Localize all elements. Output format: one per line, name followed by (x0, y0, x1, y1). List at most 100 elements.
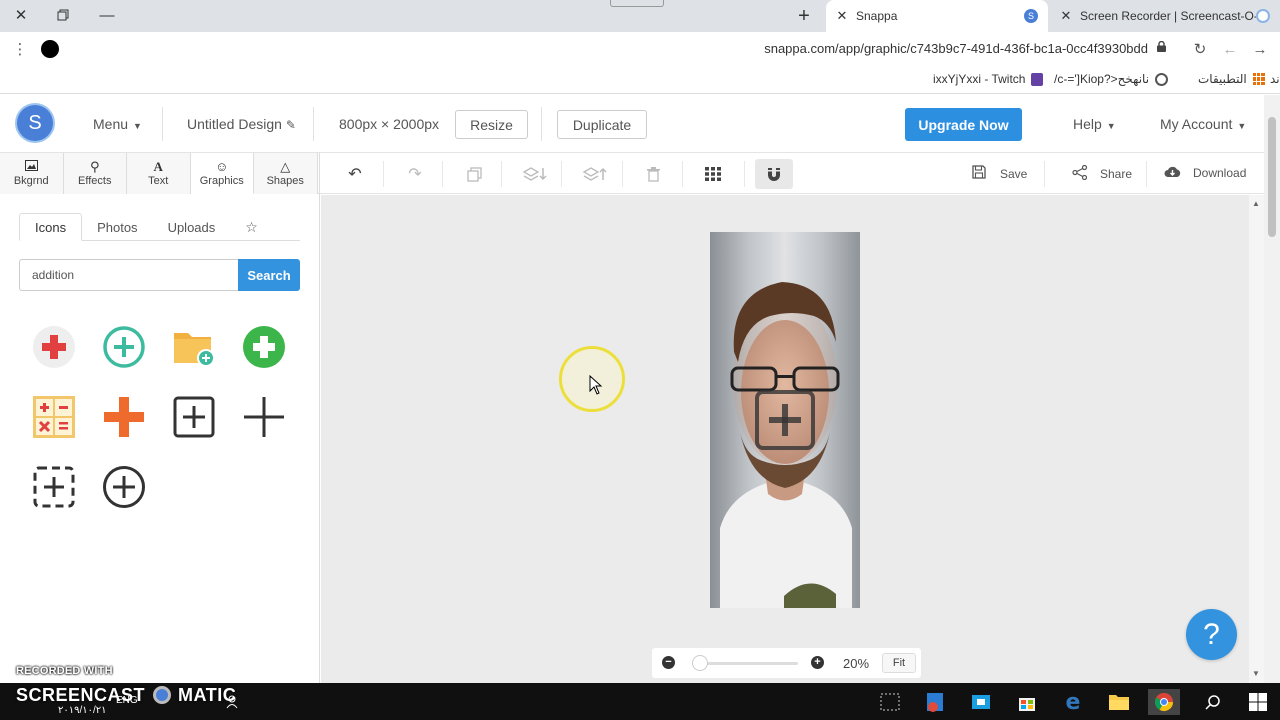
calculator-icon[interactable] (30, 393, 78, 441)
teal-plus-circle-icon[interactable] (100, 323, 148, 371)
zoom-slider-handle[interactable] (692, 655, 709, 671)
tab-title: Snappa (856, 9, 898, 23)
subtab-favorites[interactable]: ☆ (230, 213, 273, 241)
subtab-photos[interactable]: Photos (82, 213, 152, 241)
icon-search-input[interactable]: addition (19, 259, 239, 291)
zoom-in-icon[interactable]: + (811, 656, 824, 669)
mouse-pointer-icon (589, 374, 603, 398)
office-app-icon[interactable] (922, 689, 948, 715)
help-dropdown[interactable]: Help ▼ (1073, 116, 1116, 132)
orange-plus-icon[interactable] (100, 393, 148, 441)
recorded-with-watermark: RECORDED WITH (16, 665, 113, 677)
upgrade-now-button[interactable]: Upgrade Now (905, 108, 1022, 141)
more-menu-icon[interactable]: ⋮ (8, 38, 32, 60)
save-button[interactable]: Save (972, 165, 1027, 182)
redo-icon[interactable]: ↷ (402, 161, 428, 187)
tab-effects[interactable]: ⚲ Effects (63, 153, 127, 194)
close-tab-icon[interactable]: ✕ (1056, 8, 1076, 24)
text-icon: A (153, 159, 163, 174)
scrollbar-thumb[interactable] (1268, 117, 1276, 237)
back-icon[interactable]: ← (1218, 38, 1242, 60)
bookmark-overflow[interactable]: ند (1270, 72, 1280, 86)
bring-forward-icon[interactable] (580, 161, 610, 187)
search-icon[interactable] (1200, 689, 1226, 715)
tab-snappa[interactable]: ✕ Snappa S (826, 0, 1048, 32)
resize-button[interactable]: Resize (455, 110, 528, 139)
twitch-icon (1031, 72, 1044, 86)
bookmark-kiop[interactable]: /c-=']Kiop?>نانهخح (1054, 72, 1169, 86)
bookmark-label: التطبيقات (1198, 72, 1247, 86)
graphics-subtabs: Icons Photos Uploads ☆ (19, 213, 300, 241)
duplicate-button[interactable]: Duplicate (557, 110, 647, 139)
red-plus-circle-icon[interactable] (30, 323, 78, 371)
portrait-photo[interactable] (710, 232, 860, 608)
tab-text[interactable]: A Text (127, 153, 191, 194)
bookmark-apps[interactable]: التطبيقات (1198, 72, 1265, 86)
profile-avatar-icon[interactable] (38, 38, 62, 60)
file-explorer-icon[interactable] (1106, 689, 1132, 715)
bookmarks-bar: ixxYjYxxi - Twitch /c-=']Kiop?>نانهخح ال… (0, 66, 1280, 94)
minimize-window-icon[interactable]: — (94, 4, 120, 26)
omnibox[interactable]: snappa.com/app/graphic/c743b9c7-491d-436… (72, 36, 1178, 62)
snappa-logo[interactable]: S (17, 105, 53, 141)
design-canvas[interactable] (710, 232, 860, 608)
plus-square-icon[interactable] (170, 393, 218, 441)
copy-icon[interactable] (461, 161, 487, 187)
tab-bkgrnd[interactable]: Bkgrnd (0, 153, 64, 194)
new-tab-button[interactable]: + (792, 4, 816, 28)
canvas-area[interactable]: − + 20% Fit ? (321, 195, 1264, 683)
search-button[interactable]: Search (238, 259, 300, 291)
send-backward-icon[interactable] (520, 161, 550, 187)
editor-toolbar: ↶ ↷ Save Share Download (320, 153, 1264, 194)
plus-circle-outline-icon[interactable] (100, 463, 148, 511)
design-title[interactable]: Untitled Design ✎ (187, 116, 296, 132)
subtab-icons[interactable]: Icons (19, 213, 83, 241)
scroll-up-icon[interactable]: ▲ (1252, 199, 1260, 208)
lock-icon (1157, 40, 1166, 55)
zoom-slider[interactable] (695, 662, 798, 665)
canvas-scrollbar[interactable]: ▲ ▼ (1249, 195, 1264, 683)
download-button[interactable]: Download (1164, 165, 1246, 181)
forward-icon[interactable]: → (1248, 38, 1272, 60)
cloud-download-icon (1164, 165, 1181, 181)
page-scrollbar[interactable] (1264, 95, 1280, 683)
caret-down-icon: ▼ (1237, 121, 1247, 131)
snipping-tool-icon[interactable] (877, 689, 903, 715)
close-tab-icon[interactable]: ✕ (832, 8, 852, 24)
edge-browser-icon[interactable]: e (1060, 689, 1086, 715)
close-window-icon[interactable]: ✕ (8, 4, 34, 26)
tab-shapes[interactable]: △ Shapes (254, 153, 318, 194)
windows-start-icon[interactable] (1245, 689, 1271, 715)
snap-magnet-icon[interactable] (755, 159, 793, 189)
tab-screencast[interactable]: ✕ Screen Recorder | Screencast-O- (1050, 0, 1280, 32)
microsoft-store-icon[interactable] (1014, 689, 1040, 715)
folder-add-icon[interactable] (170, 323, 218, 371)
chrome-icon[interactable] (1148, 689, 1180, 715)
tab-graphics[interactable]: ☺ Graphics (190, 153, 254, 194)
store-tile-icon[interactable] (968, 689, 994, 715)
fit-button[interactable]: Fit (882, 653, 916, 673)
scroll-down-icon[interactable]: ▼ (1252, 669, 1260, 678)
language-indicator[interactable]: ENG (116, 695, 138, 706)
reload-icon[interactable]: ↻ (1188, 38, 1212, 60)
grid-icon[interactable] (700, 161, 726, 187)
undo-icon[interactable]: ↶ (342, 161, 368, 187)
green-plus-circle-icon[interactable] (240, 323, 288, 371)
help-question-icon[interactable]: ? (1186, 609, 1237, 660)
trash-icon[interactable] (640, 161, 666, 187)
dashed-plus-square-icon[interactable] (30, 463, 78, 511)
triangle-icon: △ (280, 159, 291, 174)
bookmark-twitch[interactable]: ixxYjYxxi - Twitch (933, 72, 1044, 86)
subtab-uploads[interactable]: Uploads (153, 213, 231, 241)
share-button[interactable]: Share (1072, 164, 1132, 183)
my-account-dropdown[interactable]: My Account ▼ (1160, 116, 1246, 132)
caret-down-icon: ▼ (133, 121, 142, 131)
people-icon[interactable] (220, 689, 246, 715)
menu-dropdown[interactable]: Menu ▼ (93, 116, 142, 132)
restore-window-icon[interactable] (50, 4, 76, 26)
apps-grid-icon (1252, 73, 1265, 85)
zoom-out-icon[interactable]: − (662, 656, 675, 669)
windows-taskbar: SCREENCAST MATIC ENG ٢٠١٩/١٠/٢١ e (0, 683, 1280, 720)
plus-icon[interactable] (240, 393, 288, 441)
floppy-icon (972, 165, 986, 182)
